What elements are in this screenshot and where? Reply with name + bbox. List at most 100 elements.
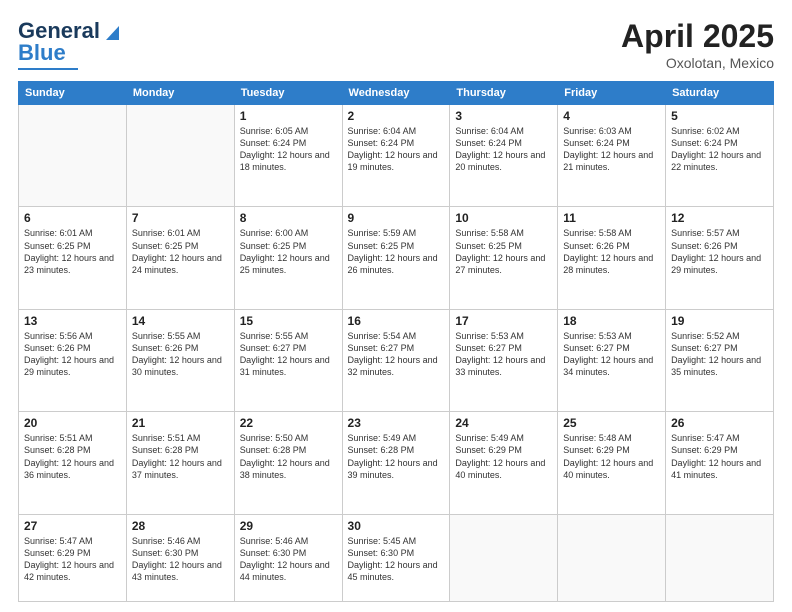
day-info: Sunrise: 6:05 AM Sunset: 6:24 PM Dayligh… — [240, 125, 337, 174]
logo-underline — [18, 68, 78, 70]
header: General Blue April 2025 Oxolotan, Mexico — [18, 18, 774, 71]
day-number: 18 — [563, 314, 660, 328]
day-info: Sunrise: 5:49 AM Sunset: 6:29 PM Dayligh… — [455, 432, 552, 481]
day-info: Sunrise: 5:54 AM Sunset: 6:27 PM Dayligh… — [348, 330, 445, 379]
calendar-cell: 3Sunrise: 6:04 AM Sunset: 6:24 PM Daylig… — [450, 105, 558, 207]
header-thursday: Thursday — [450, 82, 558, 105]
calendar-cell — [666, 514, 774, 601]
day-number: 12 — [671, 211, 768, 225]
day-info: Sunrise: 5:58 AM Sunset: 6:26 PM Dayligh… — [563, 227, 660, 276]
calendar-cell: 17 Sunrise: 5:53 AM Sunset: 6:27 PM Dayli… — [450, 309, 558, 411]
day-info: Sunrise: 5:53 AM Sunset: 6:27 PM Dayligh… — [563, 330, 660, 379]
calendar-cell — [558, 514, 666, 601]
logo-blue: Blue — [18, 40, 66, 66]
calendar-cell: 11 Sunrise: 5:58 AM Sunset: 6:26 PM Dayli… — [558, 207, 666, 309]
header-sunday: Sunday — [19, 82, 127, 105]
calendar-cell: 4Sunrise: 6:03 AM Sunset: 6:24 PM Daylig… — [558, 105, 666, 207]
day-info: Sunrise: 5:58 AM Sunset: 6:25 PM Dayligh… — [455, 227, 552, 276]
day-info: Sunrise: 5:56 AM Sunset: 6:26 PM Dayligh… — [24, 330, 121, 379]
day-number: 23 — [348, 416, 445, 430]
calendar-cell — [126, 105, 234, 207]
calendar-cell — [450, 514, 558, 601]
calendar-cell: 29 Sunrise: 5:46 AM Sunset: 6:30 PM Dayli… — [234, 514, 342, 601]
calendar-cell: 7 Sunrise: 6:01 AM Sunset: 6:25 PM Daylig… — [126, 207, 234, 309]
day-number: 7 — [132, 211, 229, 225]
day-number: 24 — [455, 416, 552, 430]
logo-icon — [101, 22, 119, 40]
day-info: Sunrise: 5:53 AM Sunset: 6:27 PM Dayligh… — [455, 330, 552, 379]
calendar-cell: 27 Sunrise: 5:47 AM Sunset: 6:29 PM Dayli… — [19, 514, 127, 601]
calendar-title: April 2025 — [621, 18, 774, 55]
header-friday: Friday — [558, 82, 666, 105]
day-number: 21 — [132, 416, 229, 430]
day-number: 19 — [671, 314, 768, 328]
calendar-cell: 21 Sunrise: 5:51 AM Sunset: 6:28 PM Dayli… — [126, 412, 234, 514]
calendar-cell: 20 Sunrise: 5:51 AM Sunset: 6:28 PM Dayli… — [19, 412, 127, 514]
day-number: 20 — [24, 416, 121, 430]
day-number: 10 — [455, 211, 552, 225]
calendar-cell: 12 Sunrise: 5:57 AM Sunset: 6:26 PM Dayli… — [666, 207, 774, 309]
day-info: Sunrise: 5:47 AM Sunset: 6:29 PM Dayligh… — [24, 535, 121, 584]
calendar-cell: 25 Sunrise: 5:48 AM Sunset: 6:29 PM Dayli… — [558, 412, 666, 514]
day-number: 14 — [132, 314, 229, 328]
calendar-cell: 14 Sunrise: 5:55 AM Sunset: 6:26 PM Dayli… — [126, 309, 234, 411]
header-tuesday: Tuesday — [234, 82, 342, 105]
day-info: Sunrise: 5:55 AM Sunset: 6:27 PM Dayligh… — [240, 330, 337, 379]
day-number: 22 — [240, 416, 337, 430]
day-number: 16 — [348, 314, 445, 328]
day-info: Sunrise: 6:02 AM Sunset: 6:24 PM Dayligh… — [671, 125, 768, 174]
calendar-cell: 6 Sunrise: 6:01 AM Sunset: 6:25 PM Daylig… — [19, 207, 127, 309]
day-number: 29 — [240, 519, 337, 533]
day-number: 11 — [563, 211, 660, 225]
day-info: Sunrise: 5:48 AM Sunset: 6:29 PM Dayligh… — [563, 432, 660, 481]
day-info: Sunrise: 6:01 AM Sunset: 6:25 PM Dayligh… — [24, 227, 121, 276]
calendar-cell: 2 Sunrise: 6:04 AM Sunset: 6:24 PM Daylig… — [342, 105, 450, 207]
day-info: Sunrise: 5:50 AM Sunset: 6:28 PM Dayligh… — [240, 432, 337, 481]
calendar-body: 1 Sunrise: 6:05 AM Sunset: 6:24 PM Daylig… — [19, 105, 774, 602]
day-number: 2 — [348, 109, 445, 123]
day-number: 6 — [24, 211, 121, 225]
page: General Blue April 2025 Oxolotan, Mexico… — [0, 0, 792, 612]
calendar-cell: 9 Sunrise: 5:59 AM Sunset: 6:25 PM Daylig… — [342, 207, 450, 309]
calendar-cell: 19 Sunrise: 5:52 AM Sunset: 6:27 PM Dayli… — [666, 309, 774, 411]
calendar-cell: 24 Sunrise: 5:49 AM Sunset: 6:29 PM Dayli… — [450, 412, 558, 514]
day-info: Sunrise: 5:45 AM Sunset: 6:30 PM Dayligh… — [348, 535, 445, 584]
calendar-cell: 18 Sunrise: 5:53 AM Sunset: 6:27 PM Dayli… — [558, 309, 666, 411]
day-number: 4 — [563, 109, 660, 123]
header-monday: Monday — [126, 82, 234, 105]
day-info: Sunrise: 5:55 AM Sunset: 6:26 PM Dayligh… — [132, 330, 229, 379]
title-block: April 2025 Oxolotan, Mexico — [621, 18, 774, 71]
day-number: 1 — [240, 109, 337, 123]
day-number: 9 — [348, 211, 445, 225]
logo: General Blue — [18, 18, 119, 70]
day-number: 15 — [240, 314, 337, 328]
day-info: Sunrise: 5:51 AM Sunset: 6:28 PM Dayligh… — [132, 432, 229, 481]
day-info: Sunrise: 5:59 AM Sunset: 6:25 PM Dayligh… — [348, 227, 445, 276]
day-info: Sunrise: 5:46 AM Sunset: 6:30 PM Dayligh… — [132, 535, 229, 584]
day-number: 30 — [348, 519, 445, 533]
day-info: Sunrise: 6:00 AM Sunset: 6:25 PM Dayligh… — [240, 227, 337, 276]
calendar-cell: 30 Sunrise: 5:45 AM Sunset: 6:30 PM Dayli… — [342, 514, 450, 601]
calendar-cell: 23 Sunrise: 5:49 AM Sunset: 6:28 PM Dayli… — [342, 412, 450, 514]
calendar-cell: 15 Sunrise: 5:55 AM Sunset: 6:27 PM Dayli… — [234, 309, 342, 411]
calendar-cell: 8Sunrise: 6:00 AM Sunset: 6:25 PM Daylig… — [234, 207, 342, 309]
day-info: Sunrise: 5:46 AM Sunset: 6:30 PM Dayligh… — [240, 535, 337, 584]
day-info: Sunrise: 5:49 AM Sunset: 6:28 PM Dayligh… — [348, 432, 445, 481]
day-info: Sunrise: 6:04 AM Sunset: 6:24 PM Dayligh… — [455, 125, 552, 174]
day-info: Sunrise: 5:51 AM Sunset: 6:28 PM Dayligh… — [24, 432, 121, 481]
day-number: 5 — [671, 109, 768, 123]
day-info: Sunrise: 6:04 AM Sunset: 6:24 PM Dayligh… — [348, 125, 445, 174]
day-number: 28 — [132, 519, 229, 533]
day-number: 17 — [455, 314, 552, 328]
day-info: Sunrise: 5:57 AM Sunset: 6:26 PM Dayligh… — [671, 227, 768, 276]
day-info: Sunrise: 5:52 AM Sunset: 6:27 PM Dayligh… — [671, 330, 768, 379]
calendar-table: Sunday Monday Tuesday Wednesday Thursday… — [18, 81, 774, 602]
weekday-header-row: Sunday Monday Tuesday Wednesday Thursday… — [19, 82, 774, 105]
day-info: Sunrise: 6:01 AM Sunset: 6:25 PM Dayligh… — [132, 227, 229, 276]
header-wednesday: Wednesday — [342, 82, 450, 105]
calendar-cell: 13Sunrise: 5:56 AM Sunset: 6:26 PM Dayli… — [19, 309, 127, 411]
day-info: Sunrise: 5:47 AM Sunset: 6:29 PM Dayligh… — [671, 432, 768, 481]
day-number: 25 — [563, 416, 660, 430]
calendar-cell: 16 Sunrise: 5:54 AM Sunset: 6:27 PM Dayli… — [342, 309, 450, 411]
day-number: 27 — [24, 519, 121, 533]
